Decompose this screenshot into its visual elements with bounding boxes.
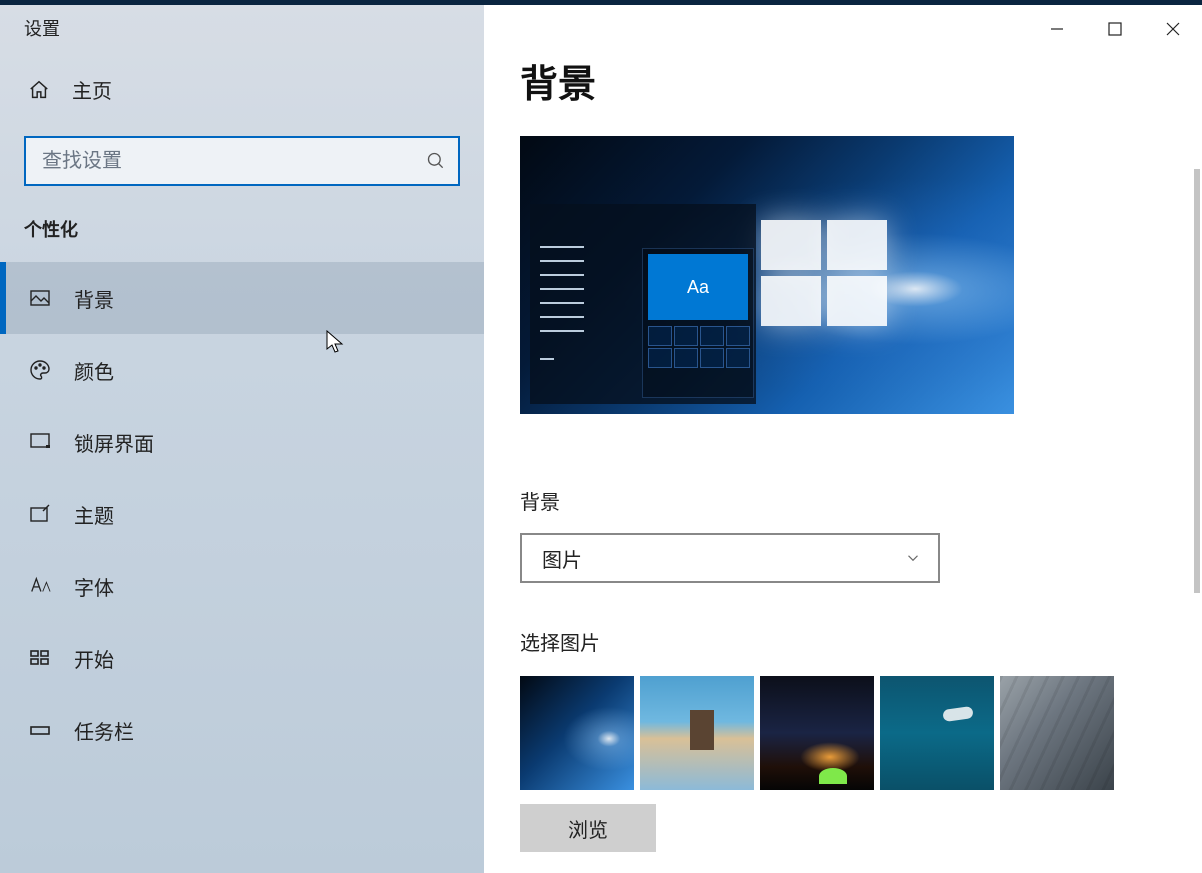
- maximize-button[interactable]: [1086, 5, 1144, 53]
- select-value: 图片: [542, 544, 582, 573]
- background-field-label: 背景: [520, 486, 1202, 515]
- chevron-down-icon: [904, 549, 922, 567]
- sidebar-items: 背景 颜色 锁屏界面 主题: [0, 262, 484, 766]
- taskbar-icon: [28, 718, 52, 742]
- sidebar-section-title: 个性化: [0, 186, 484, 248]
- window-title: 设置: [0, 5, 484, 65]
- sidebar-item-background[interactable]: 背景: [0, 262, 484, 334]
- sidebar-home-label: 主页: [72, 75, 112, 104]
- search-wrap: [0, 114, 484, 186]
- image-icon: [28, 286, 52, 310]
- sidebar-item-label: 主题: [74, 500, 114, 529]
- settings-window: 设置 主页 个性化 背景: [0, 5, 1202, 873]
- sidebar-home[interactable]: 主页: [0, 65, 484, 114]
- image-thumbnails: [520, 676, 1202, 790]
- sidebar-item-lockscreen[interactable]: 锁屏界面: [0, 406, 484, 478]
- palette-icon: [28, 358, 52, 382]
- browse-button[interactable]: 浏览: [520, 804, 656, 852]
- choose-image-label: 选择图片: [520, 627, 1202, 656]
- content-area: 背景 Aa 背景 图片 选择图片: [484, 5, 1202, 873]
- start-icon: [28, 646, 52, 670]
- close-button[interactable]: [1144, 5, 1202, 53]
- sidebar-item-label: 背景: [74, 284, 114, 313]
- image-thumbnail[interactable]: [1000, 676, 1114, 790]
- search-input[interactable]: [26, 150, 414, 173]
- image-thumbnail[interactable]: [640, 676, 754, 790]
- sidebar-item-label: 开始: [74, 644, 114, 673]
- sidebar-item-colors[interactable]: 颜色: [0, 334, 484, 406]
- sidebar-item-label: 字体: [74, 572, 114, 601]
- sidebar-item-start[interactable]: 开始: [0, 622, 484, 694]
- sidebar-item-themes[interactable]: 主题: [0, 478, 484, 550]
- pen-icon: [28, 502, 52, 526]
- background-type-select[interactable]: 图片: [520, 533, 940, 583]
- scrollbar[interactable]: [1194, 169, 1200, 593]
- font-icon: [28, 574, 52, 598]
- sidebar-item-label: 锁屏界面: [74, 428, 154, 457]
- search-icon[interactable]: [414, 151, 458, 171]
- minimize-button[interactable]: [1028, 5, 1086, 53]
- sidebar-item-taskbar[interactable]: 任务栏: [0, 694, 484, 766]
- image-thumbnail[interactable]: [760, 676, 874, 790]
- image-thumbnail[interactable]: [880, 676, 994, 790]
- sidebar: 设置 主页 个性化 背景: [0, 5, 484, 873]
- content-inner: 背景 Aa 背景 图片 选择图片: [484, 5, 1202, 852]
- monitor-icon: [28, 430, 52, 454]
- desktop-preview: Aa: [520, 136, 1014, 414]
- image-thumbnail[interactable]: [520, 676, 634, 790]
- window-controls: [1028, 5, 1202, 53]
- preview-sample-text: Aa: [648, 254, 748, 320]
- sidebar-item-label: 颜色: [74, 356, 114, 385]
- page-title: 背景: [520, 53, 1202, 108]
- sidebar-item-label: 任务栏: [74, 716, 134, 745]
- home-icon: [28, 79, 50, 101]
- search-box[interactable]: [24, 136, 460, 186]
- sidebar-item-fonts[interactable]: 字体: [0, 550, 484, 622]
